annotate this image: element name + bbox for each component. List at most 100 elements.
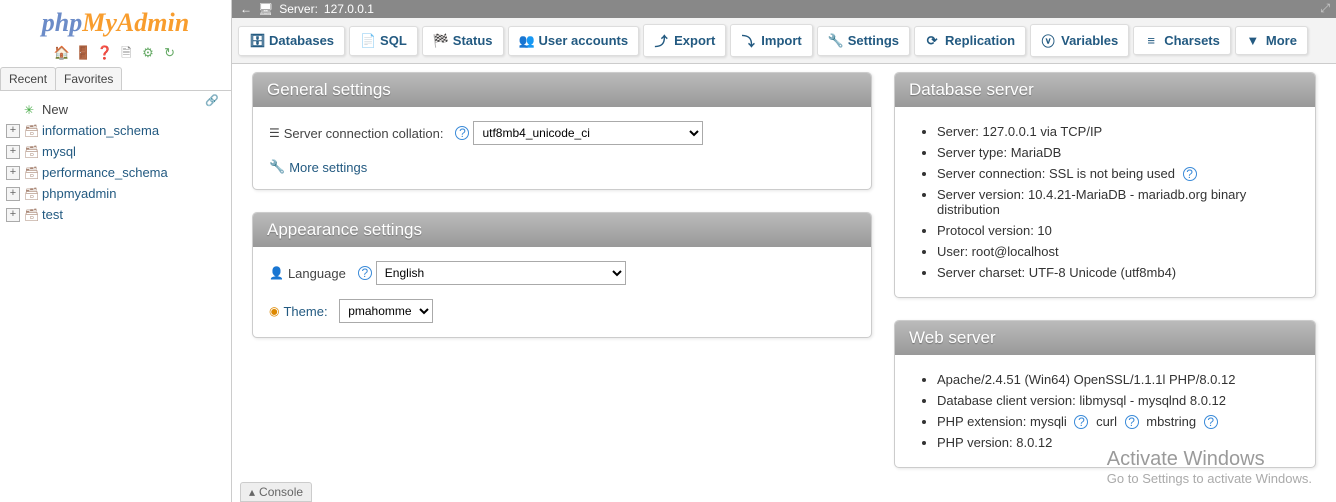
help-icon[interactable]: ? <box>358 266 372 280</box>
database-icon: 🗃 <box>24 187 38 201</box>
menu-label: Import <box>761 33 801 48</box>
more-icon: ▼ <box>1246 33 1260 48</box>
menu-more[interactable]: ▼ More <box>1235 26 1308 55</box>
dbserver-info-item: Server charset: UTF-8 Unicode (utf8mb4) <box>937 262 1299 283</box>
tree-item-label[interactable]: New <box>42 102 68 117</box>
webserver-info-item: Database client version: libmysql - mysq… <box>937 390 1299 411</box>
help-icon[interactable]: ? <box>1074 415 1088 429</box>
theme-icon: ◉ <box>269 304 279 318</box>
dbserver-info-item: Server version: 10.4.21-MariaDB - mariad… <box>937 184 1299 220</box>
language-label: Language <box>288 266 346 281</box>
breadcrumb-server-label: Server: <box>279 2 318 16</box>
logout-icon[interactable]: 🚪 <box>75 45 91 61</box>
logo[interactable]: phpMyAdmin <box>0 0 231 40</box>
expand-icon[interactable]: + <box>6 145 20 159</box>
menu-status[interactable]: 🏁Status <box>422 26 504 56</box>
help-icon[interactable]: ? <box>1183 167 1197 181</box>
tree-item-label[interactable]: mysql <box>42 144 76 159</box>
database-icon: 🗃 <box>24 166 38 180</box>
export-icon: ⤴ <box>654 31 668 50</box>
language-icon: 👤 <box>269 266 284 280</box>
sidebar-item-information-schema[interactable]: +🗃information_schema <box>6 120 225 141</box>
appearance-settings-panel: Appearance settings 👤 Language ? English… <box>252 212 872 338</box>
menu-label: SQL <box>380 33 407 48</box>
more-settings-link[interactable]: More settings <box>289 160 367 175</box>
wrench-icon: 🔧 <box>269 159 285 175</box>
expand-icon[interactable]: + <box>6 166 20 180</box>
help-icon[interactable]: ? <box>455 126 469 140</box>
status-icon: 🏁 <box>433 33 447 49</box>
chevron-up-icon: ▴ <box>249 485 255 499</box>
expand-icon[interactable]: + <box>6 187 20 201</box>
home-icon[interactable]: 🏠 <box>53 45 69 61</box>
breadcrumb-server-value[interactable]: 127.0.0.1 <box>324 2 374 16</box>
menu-user-accounts[interactable]: 👥User accounts <box>508 26 640 56</box>
menu-databases[interactable]: 🗄Databases <box>238 26 345 56</box>
link-icon[interactable]: 🔗 <box>205 94 219 107</box>
webserver-info-item: Apache/2.4.51 (Win64) OpenSSL/1.1.1l PHP… <box>937 369 1299 390</box>
docs-icon[interactable]: ❓ <box>97 45 113 61</box>
menu-label: Replication <box>945 33 1015 48</box>
theme-label[interactable]: Theme: <box>283 304 327 319</box>
panel-title: Appearance settings <box>253 213 871 247</box>
database-server-panel: Database server Server: 127.0.0.1 via TC… <box>894 72 1316 298</box>
help-icon[interactable]: ? <box>1204 415 1218 429</box>
import-icon: ⤵ <box>741 31 755 50</box>
tab-favorites[interactable]: Favorites <box>55 67 122 90</box>
database-icon: 🗃 <box>24 145 38 159</box>
menu-settings[interactable]: 🔧 Settings <box>817 26 910 56</box>
databases-icon: 🗄 <box>249 33 263 49</box>
console-label: Console <box>259 485 303 499</box>
menu-replication[interactable]: ⟳Replication <box>914 26 1026 56</box>
expand-icon[interactable]: + <box>6 208 20 222</box>
dbserver-info-list: Server: 127.0.0.1 via TCP/IPServer type:… <box>911 121 1299 283</box>
sidebar-item-mysql[interactable]: + 🗃 mysql <box>6 141 225 162</box>
console-toggle[interactable]: ▴ Console <box>240 482 312 502</box>
menu-label: Charsets <box>1164 33 1220 48</box>
menu-label: Settings <box>848 33 899 48</box>
logo-part-php: php <box>42 8 82 37</box>
sidebar-item-performance-schema[interactable]: + 🗃 performance_schema <box>6 162 225 183</box>
tree-item-label[interactable]: phpmyadmin <box>42 186 116 201</box>
sql-icon[interactable]: 🗎 <box>118 44 134 60</box>
nav-tabs: Recent Favorites <box>0 67 231 91</box>
panel-title: Database server <box>895 73 1315 107</box>
logo-part-myadmin: MyAdmin <box>82 8 189 37</box>
sidebar-item-phpmyadmin[interactable]: + 🗃 phpmyadmin <box>6 183 225 204</box>
tree-item-label[interactable]: information_schema <box>42 123 159 138</box>
sidebar-item-new[interactable]: ✳New <box>6 99 225 120</box>
database-tree: ✳New+🗃information_schema+🗃mysql+🗃perform… <box>0 91 231 233</box>
collation-select[interactable]: utf8mb4_unicode_ci <box>473 121 703 145</box>
webserver-php-ext: PHP extension: mysqli ? curl ? mbstring … <box>937 411 1299 432</box>
web-server-panel: Web server Apache/2.4.51 (Win64) OpenSSL… <box>894 320 1316 468</box>
nav-collapse-icon[interactable]: ← <box>240 2 252 16</box>
dbserver-info-item: Server: 127.0.0.1 via TCP/IP <box>937 121 1299 142</box>
menu-label: User accounts <box>539 33 629 48</box>
tree-item-label[interactable]: test <box>42 207 63 222</box>
reload-icon[interactable]: ↻ <box>162 45 178 61</box>
menu-charsets[interactable]: ≡Charsets <box>1133 26 1231 55</box>
settings-icon: 🔧 <box>828 33 842 49</box>
sidebar-item-test[interactable]: + 🗃 test <box>6 204 225 225</box>
general-settings-panel: General settings ☰ Server connection col… <box>252 72 872 190</box>
tree-item-label[interactable]: performance_schema <box>42 165 168 180</box>
theme-select[interactable]: pmahomme <box>339 299 433 323</box>
page-settings-icon[interactable]: ⤢ <box>1320 1 1330 16</box>
menu-label: More <box>1266 33 1297 48</box>
expand-icon[interactable]: + <box>6 124 20 138</box>
collation-icon: ☰ <box>269 126 280 140</box>
database-icon: 🗃 <box>24 208 38 222</box>
tab-recent[interactable]: Recent <box>0 67 56 90</box>
panel-title: Web server <box>895 321 1315 355</box>
settings-icon[interactable]: ⚙ <box>140 45 156 61</box>
webserver-php-version: PHP version: 8.0.12 <box>937 432 1299 453</box>
server-icon: 🖥 <box>258 2 273 16</box>
panel-title: General settings <box>253 73 871 107</box>
language-select[interactable]: English <box>376 261 626 285</box>
navigation-sidebar: phpMyAdmin 🏠 🚪 ❓ 🗎 ⚙ ↻ Recent Favorites … <box>0 0 232 502</box>
main-content: General settings ☰ Server connection col… <box>232 52 1336 502</box>
help-icon[interactable]: ? <box>1125 415 1139 429</box>
webserver-info-list: Apache/2.4.51 (Win64) OpenSSL/1.1.1l PHP… <box>911 369 1299 453</box>
quick-nav-icons: 🏠 🚪 ❓ 🗎 ⚙ ↻ <box>0 40 231 67</box>
menu-sql[interactable]: 📄SQL <box>349 26 418 56</box>
